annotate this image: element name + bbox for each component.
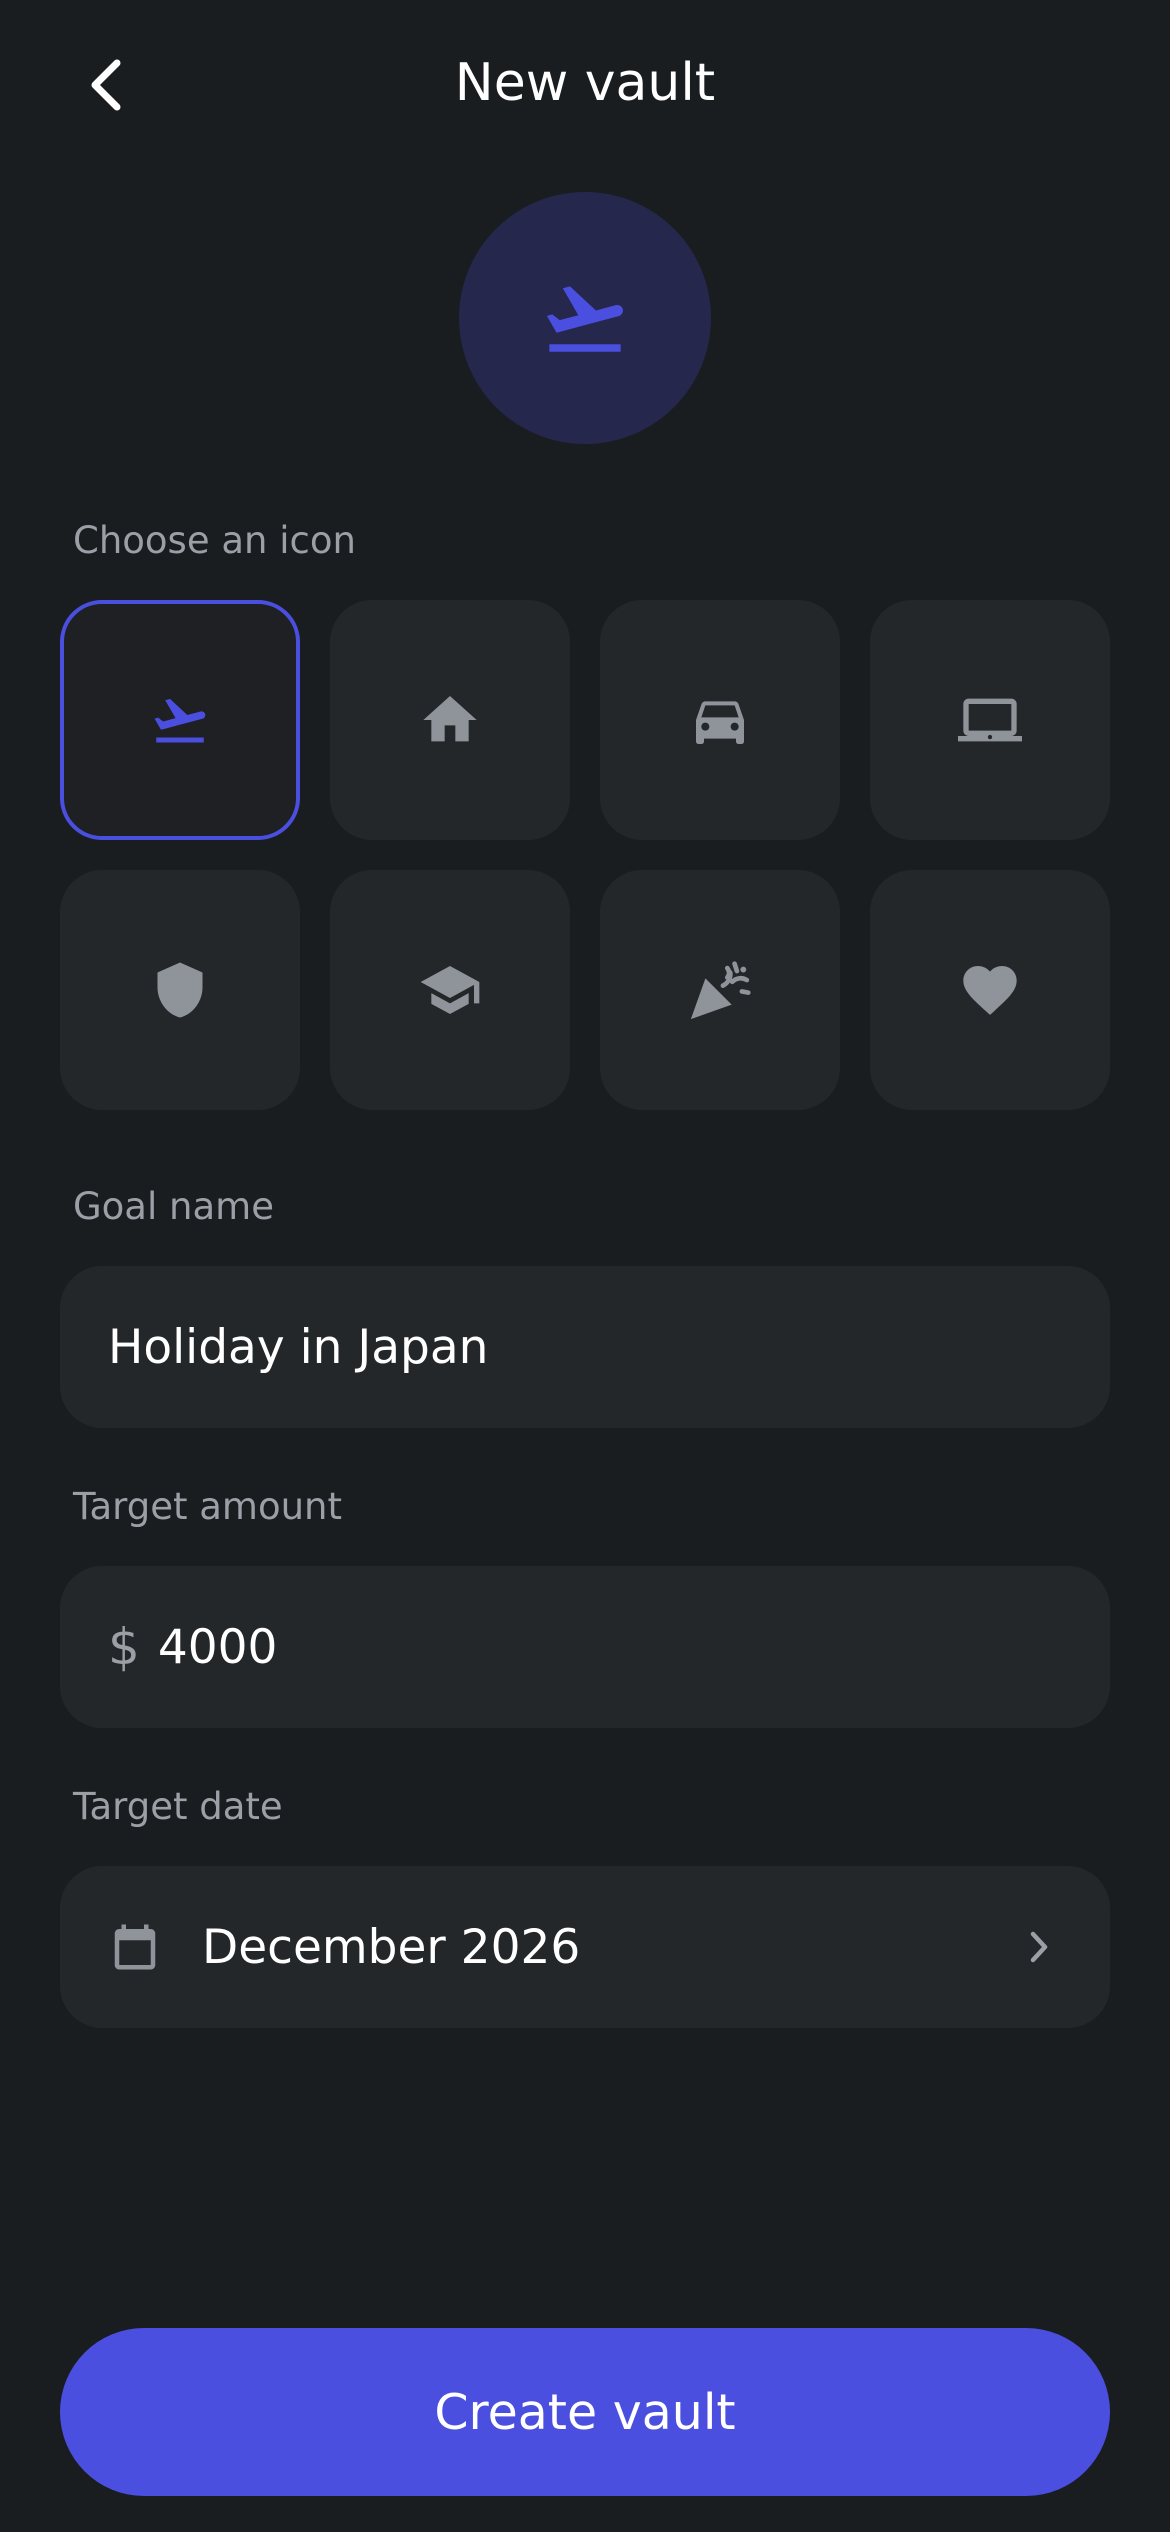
page-title: New vault [454,53,716,113]
header: New vault [0,0,1170,170]
goal-name-label: Goal name [73,1185,274,1228]
car-icon [688,688,752,752]
target-date-picker[interactable]: December 2026 [60,1866,1110,2028]
flight-takeoff-icon [535,273,635,363]
party-popper-icon [685,955,755,1025]
icon-option-flight[interactable] [60,600,300,840]
goal-name-input[interactable]: Holiday in Japan [60,1266,1110,1428]
icon-picker-grid [60,600,1110,1110]
flight-takeoff-icon [148,690,212,750]
create-vault-button[interactable]: Create vault [60,2328,1110,2496]
target-amount-input[interactable]: $ 4000 [60,1566,1110,1728]
target-amount-label: Target amount [73,1485,342,1528]
calendar-icon [108,1920,162,1974]
icon-option-car[interactable] [600,600,840,840]
goal-name-value: Holiday in Japan [108,1319,489,1375]
laptop-icon [952,688,1028,752]
icon-option-education[interactable] [330,870,570,1110]
chevron-right-icon [1028,1930,1050,1964]
graduation-cap-icon [414,958,486,1022]
heart-icon [956,958,1024,1022]
target-date-value: December 2026 [202,1919,581,1975]
selected-icon-preview [459,192,711,444]
shield-icon [150,956,210,1024]
target-date-label: Target date [73,1785,283,1828]
icon-option-shield[interactable] [60,870,300,1110]
icon-option-home[interactable] [330,600,570,840]
icon-option-laptop[interactable] [870,600,1110,840]
currency-symbol: $ [108,1618,140,1676]
icon-option-party[interactable] [600,870,840,1110]
icon-option-heart[interactable] [870,870,1110,1110]
create-vault-label: Create vault [434,2383,736,2441]
icon-picker-label: Choose an icon [73,519,356,562]
target-amount-value: 4000 [157,1619,278,1675]
home-icon [418,688,482,752]
